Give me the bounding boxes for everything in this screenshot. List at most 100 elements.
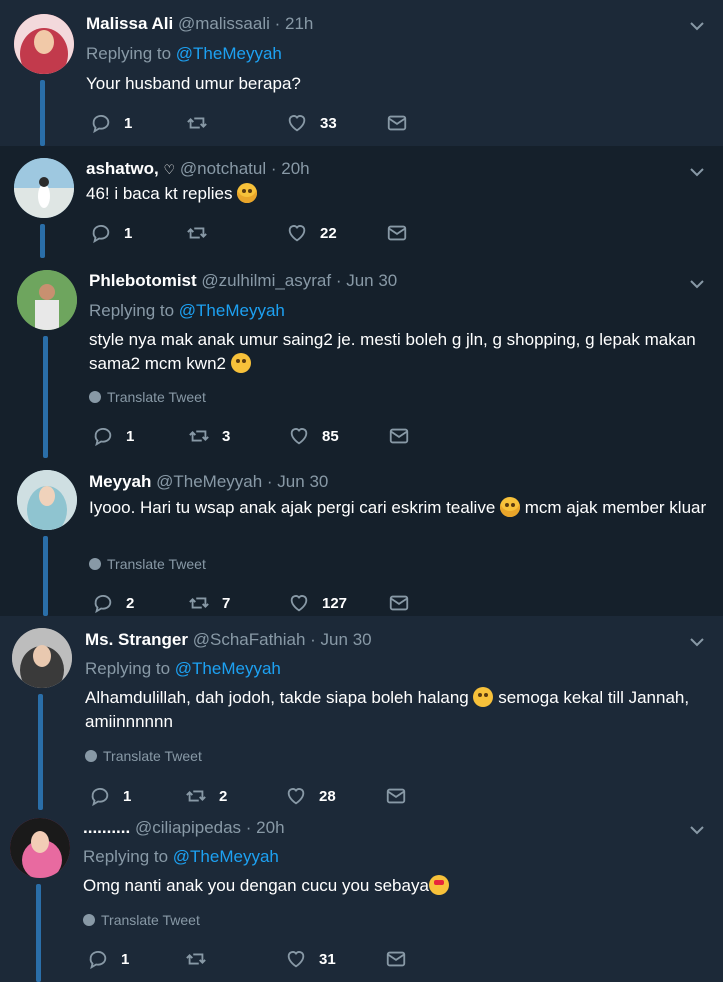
mention-link[interactable]: @TheMeyyah: [176, 44, 282, 63]
translate-link[interactable]: Translate Tweet: [85, 748, 202, 764]
reply-button[interactable]: 2: [92, 591, 136, 615]
tweet-text: 46! i baca kt replies: [86, 182, 686, 206]
thread-line: [40, 80, 45, 146]
like-button[interactable]: 33: [286, 111, 337, 135]
timestamp[interactable]: · 21h: [275, 14, 314, 33]
chevron-down-icon[interactable]: [689, 634, 705, 650]
globe-icon: [89, 391, 101, 403]
handle[interactable]: @ciliapipedas: [135, 818, 241, 837]
timestamp[interactable]: · Jun 30: [310, 630, 371, 649]
like-button[interactable]: 127: [288, 591, 347, 615]
display-name[interactable]: Phlebotomist: [89, 271, 197, 290]
chevron-down-icon[interactable]: [689, 822, 705, 838]
mention-link[interactable]: @TheMeyyah: [173, 847, 279, 866]
dm-button[interactable]: [385, 947, 419, 971]
reply-icon: [89, 950, 107, 970]
envelope-icon: [386, 951, 406, 967]
handle[interactable]: @notchatul: [180, 159, 266, 178]
timestamp[interactable]: · Jun 30: [267, 472, 328, 491]
display-name[interactable]: ..........: [83, 818, 130, 837]
handle[interactable]: @zulhilmi_asyraf: [201, 271, 331, 290]
avatar[interactable]: [17, 270, 77, 330]
avatar[interactable]: [12, 628, 72, 688]
tweet-text: Omg nanti anak you dengan cucu you sebay…: [83, 874, 703, 898]
heart-icon: [287, 951, 305, 968]
dm-button[interactable]: [388, 591, 422, 615]
retweet-button[interactable]: 2: [185, 784, 229, 808]
chevron-down-icon[interactable]: [689, 164, 705, 180]
envelope-icon: [387, 115, 407, 131]
like-button[interactable]: 31: [285, 947, 336, 971]
dm-button[interactable]: [386, 111, 420, 135]
tweet-text: Alhamdulillah, dah jodoh, takde siapa bo…: [85, 687, 690, 731]
tweet-text: Iyooo. Hari tu wsap anak ajak pergi cari…: [89, 497, 707, 517]
display-name[interactable]: Meyyah: [89, 472, 151, 491]
reply-count: 1: [124, 224, 133, 242]
reply-icon: [94, 427, 112, 447]
chevron-down-icon[interactable]: [689, 18, 705, 34]
reply-button[interactable]: 1: [87, 947, 131, 971]
handle[interactable]: @SchaFathiah: [193, 630, 306, 649]
reply-count: 1: [126, 427, 135, 445]
tweet-1[interactable]: Malissa Ali @malissaali · 21h Replying t…: [0, 0, 723, 146]
tweet-text: Your husband umur berapa?: [86, 74, 301, 93]
like-count: 33: [320, 114, 337, 132]
reply-button[interactable]: 1: [92, 424, 136, 448]
mention-link[interactable]: @TheMeyyah: [179, 301, 285, 320]
avatar[interactable]: [17, 470, 77, 530]
timestamp[interactable]: · 20h: [246, 818, 285, 837]
handle[interactable]: @TheMeyyah: [156, 472, 262, 491]
retweet-button[interactable]: [186, 111, 230, 135]
reply-count: 1: [121, 950, 130, 968]
display-name[interactable]: Ms. Stranger: [85, 630, 188, 649]
retweet-button[interactable]: [185, 947, 229, 971]
tweet-6[interactable]: .......... @ciliapipedas · 20h Replying …: [0, 810, 723, 982]
retweet-button[interactable]: 7: [188, 591, 232, 615]
display-name[interactable]: ashatwo,: [86, 159, 159, 178]
tweet-actions: 1 31: [87, 947, 417, 971]
like-button[interactable]: 28: [285, 784, 336, 808]
avatar[interactable]: [10, 818, 70, 878]
replying-to: Replying to @TheMeyyah: [89, 301, 285, 320]
tweet-4[interactable]: Meyyah @TheMeyyah · Jun 30 Iyooo. Hari t…: [0, 458, 723, 616]
heart-icon: [288, 115, 306, 132]
heart-icon: [290, 428, 308, 445]
display-name[interactable]: Malissa Ali: [86, 14, 173, 33]
reply-button[interactable]: 1: [90, 221, 134, 245]
tweet-actions: 2 7 127: [92, 591, 422, 615]
tweet-header: Phlebotomist @zulhilmi_asyraf · Jun 30: [89, 271, 397, 291]
heart-icon: [287, 788, 305, 805]
like-button[interactable]: 22: [286, 221, 337, 245]
retweet-button[interactable]: 3: [188, 424, 232, 448]
tweet-5[interactable]: Ms. Stranger @SchaFathiah · Jun 30 Reply…: [0, 616, 723, 810]
reply-button[interactable]: 1: [89, 784, 133, 808]
avatar[interactable]: [14, 158, 74, 218]
reply-button[interactable]: 1: [90, 111, 134, 135]
tweet-3[interactable]: Phlebotomist @zulhilmi_asyraf · Jun 30 R…: [0, 258, 723, 458]
timestamp[interactable]: · Jun 30: [336, 271, 397, 290]
avatar[interactable]: [14, 14, 74, 74]
thread-line: [40, 224, 45, 258]
thread-line: [43, 536, 48, 616]
tweet-actions: 1 3 85: [92, 424, 422, 448]
retweet-icon: [187, 117, 207, 129]
globe-icon: [83, 914, 95, 926]
chevron-down-icon[interactable]: [689, 276, 705, 292]
translate-link[interactable]: Translate Tweet: [89, 389, 206, 405]
like-button[interactable]: 85: [288, 424, 339, 448]
timestamp[interactable]: · 20h: [271, 159, 310, 178]
dm-button[interactable]: [388, 424, 422, 448]
retweet-count: 3: [222, 427, 231, 445]
retweet-icon: [186, 953, 206, 965]
reply-icon: [94, 594, 112, 614]
mention-link[interactable]: @TheMeyyah: [175, 659, 281, 678]
handle[interactable]: @malissaali: [178, 14, 270, 33]
dm-button[interactable]: [385, 784, 419, 808]
retweet-button[interactable]: [186, 221, 230, 245]
globe-icon: [85, 750, 97, 762]
translate-link[interactable]: Translate Tweet: [83, 912, 200, 928]
dm-button[interactable]: [386, 221, 420, 245]
translate-link[interactable]: Translate Tweet: [89, 556, 206, 572]
tweet-2[interactable]: ashatwo, ♡ @notchatul · 20h 46! i baca k…: [0, 146, 723, 258]
envelope-icon: [386, 788, 406, 804]
